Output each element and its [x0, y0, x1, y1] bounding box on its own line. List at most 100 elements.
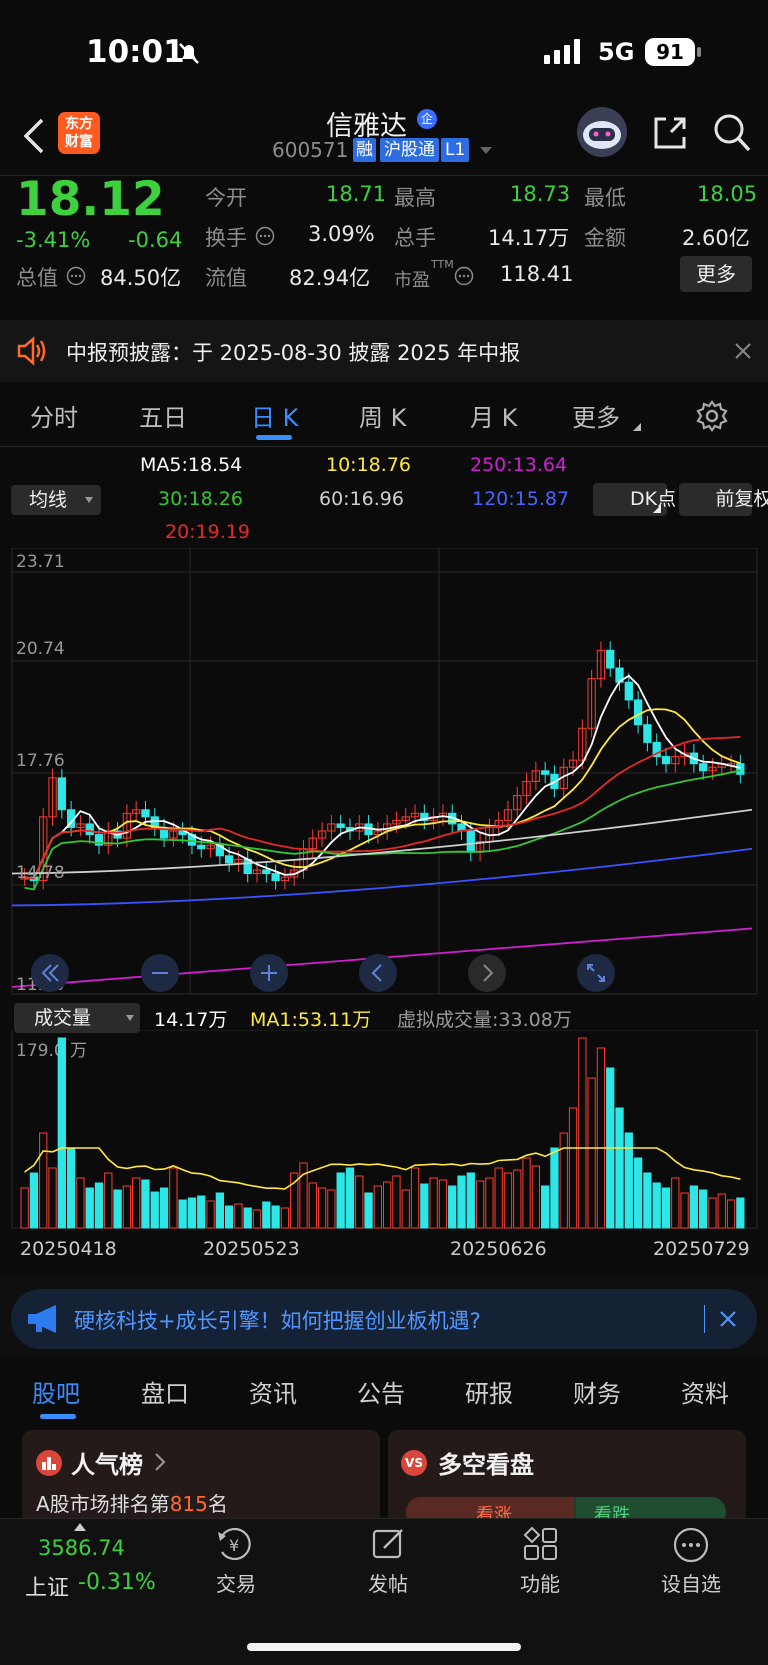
volume-bar [680, 1192, 689, 1229]
robot-assistant-icon[interactable] [576, 106, 628, 158]
index-name[interactable]: 上证 [25, 1570, 69, 1602]
tab-indicator [256, 435, 292, 440]
zoom-in-icon[interactable] [249, 953, 289, 993]
candle-body [661, 756, 671, 765]
dropdown-icon [85, 497, 93, 503]
volume-bar [355, 1175, 364, 1229]
tab-intraday[interactable]: 分时 [30, 398, 78, 433]
volume-bar [568, 1107, 578, 1229]
volume-bar [141, 1179, 150, 1229]
trade-icon[interactable]: ¥ [216, 1526, 256, 1562]
logo-bottom: 财富 [65, 134, 93, 150]
code-dropdown-icon[interactable] [479, 145, 493, 155]
ma10-value: 10:18.76 [326, 454, 411, 476]
chart-frame [11, 548, 758, 995]
volume-bar [578, 1037, 587, 1229]
nav-functions-label[interactable]: 功能 [495, 1568, 585, 1597]
tab-forum[interactable]: 股吧 [32, 1374, 80, 1409]
share-icon[interactable] [651, 114, 689, 152]
enterprise-badge: 企 [417, 109, 437, 129]
back-icon[interactable] [20, 116, 48, 156]
adjust-button[interactable]: 前复权 [679, 483, 768, 516]
close-icon[interactable] [719, 1310, 737, 1328]
tab-research[interactable]: 研报 [465, 1374, 513, 1409]
mktcap-value: 84.50亿 [100, 266, 182, 290]
volume-bar [243, 1207, 252, 1229]
ad-banner[interactable]: 硬核科技+成长引擎！如何把握创业板机遇? [11, 1289, 757, 1349]
volume-bar [475, 1180, 485, 1229]
y-label: 23.71 [16, 552, 65, 572]
volume-chart[interactable] [0, 1030, 768, 1230]
tab-5day[interactable]: 五日 [139, 398, 187, 433]
volume-bar [726, 1199, 736, 1229]
zoom-out-icon[interactable] [140, 953, 180, 993]
ma30-value: 30:18.26 [158, 488, 243, 510]
tab-monthly-k[interactable]: 月 K [470, 398, 517, 433]
stock-code: 600571 [272, 138, 349, 162]
volume-bar [215, 1192, 224, 1229]
app-logo[interactable]: 东方 财富 [58, 112, 100, 154]
volume-bar [708, 1197, 717, 1229]
post-icon[interactable] [371, 1526, 407, 1562]
tab-announcements[interactable]: 公告 [357, 1374, 405, 1409]
kline-chart[interactable] [0, 548, 768, 1002]
tab-daily-k[interactable]: 日 K [251, 398, 298, 433]
tab-profile[interactable]: 资料 [681, 1374, 729, 1409]
open-label: 今开 [205, 186, 247, 210]
tab-news[interactable]: 资讯 [249, 1374, 297, 1409]
nav-trade-label[interactable]: 交易 [191, 1568, 281, 1597]
more-button[interactable]: 更多 [680, 256, 752, 292]
current-price: 18.12 [16, 172, 165, 227]
volume-selector[interactable]: 成交量 [14, 1003, 140, 1033]
info-icon[interactable] [66, 266, 86, 286]
volume-bar [401, 1189, 410, 1229]
nav-post-label[interactable]: 发帖 [343, 1568, 433, 1597]
settings-icon[interactable] [696, 400, 728, 432]
popularity-card[interactable]: 人气榜 A股市场排名第815名 [22, 1430, 380, 1530]
candle-body [633, 699, 643, 726]
bull-bear-card[interactable]: VS 多空看盘 看涨 看跌 [388, 1430, 746, 1530]
nav-watchlist-label[interactable]: 设自选 [646, 1568, 736, 1597]
volume-bar [262, 1201, 271, 1229]
tab-finance[interactable]: 财务 [573, 1374, 621, 1409]
volume-ma-line [24, 1147, 741, 1190]
volume-bar [206, 1200, 215, 1229]
home-indicator[interactable] [247, 1643, 521, 1651]
functions-icon[interactable] [523, 1526, 559, 1562]
volume-bar [252, 1209, 262, 1229]
volume-bar [104, 1172, 113, 1229]
fullscreen-icon[interactable] [576, 953, 616, 993]
index-value[interactable]: 3586.74 [38, 1536, 125, 1560]
info-icon[interactable] [255, 226, 275, 246]
ranking-icon [36, 1450, 62, 1476]
double-left-icon[interactable] [30, 953, 70, 993]
chevron-right-icon[interactable] [467, 953, 507, 993]
volume-bar [280, 1207, 290, 1229]
search-icon[interactable] [712, 112, 752, 154]
volume-bar [76, 1177, 85, 1229]
candle-body [336, 823, 345, 828]
battery-icon: 91 [645, 38, 695, 66]
volume-bar [410, 1167, 420, 1229]
battery-level: 91 [656, 40, 684, 64]
tab-more[interactable]: 更多 [572, 398, 620, 433]
tab-weekly-k[interactable]: 周 K [359, 398, 406, 433]
notice-bar[interactable]: 中报预披露：于 2025-08-30 披露 2025 年中报 [0, 320, 768, 382]
info-icon[interactable] [454, 266, 474, 286]
low-label: 最低 [584, 186, 626, 210]
change-value: -0.64 [128, 228, 183, 252]
volume-bar [689, 1185, 699, 1229]
index-change[interactable]: -0.31% [78, 1570, 156, 1595]
more-dots-icon[interactable] [672, 1526, 710, 1564]
adjust-label: 前复权 [715, 488, 768, 510]
volume-bar [48, 1167, 57, 1229]
tab-orderbook[interactable]: 盘口 [141, 1374, 189, 1409]
chevron-left-icon[interactable] [358, 953, 398, 993]
volume-bar [671, 1177, 680, 1229]
ma250-value: 250:13.64 [470, 454, 568, 476]
status-time: 10:01 [86, 34, 185, 70]
candle-body [736, 763, 745, 775]
volume-bar [373, 1185, 383, 1229]
close-icon[interactable] [734, 342, 752, 360]
pe-value: 118.41 [500, 262, 574, 286]
